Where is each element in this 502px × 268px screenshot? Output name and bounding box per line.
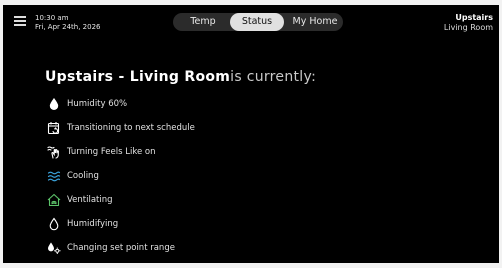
status-item-label: Transitioning to next schedule: [67, 123, 195, 133]
status-item-label: Humidifying: [67, 219, 119, 229]
floor-text: Upstairs: [455, 13, 493, 22]
setpoint-range-icon: [47, 241, 61, 255]
status-item-label: Ventilating: [67, 195, 113, 205]
hamburger-menu-icon[interactable]: [14, 16, 26, 26]
cooling-waves-icon: [47, 169, 61, 183]
tab-my-home[interactable]: My Home: [288, 13, 342, 31]
status-headline: Upstairs - Living Roomis currently:: [45, 69, 316, 85]
tab-status[interactable]: Status: [230, 13, 284, 31]
room-text: Living Room: [443, 23, 493, 32]
status-item-label: Turning Feels Like on: [67, 147, 156, 157]
thermostat-screen: 10:30 am Fri, Apr 24th, 2026 Temp Status…: [3, 5, 499, 263]
location-label[interactable]: Upstairs Living Room: [444, 13, 493, 33]
time-text: 10:30 am: [35, 14, 69, 22]
water-drop-icon: [47, 97, 61, 111]
status-item-label: Cooling: [67, 171, 99, 181]
top-bar: 10:30 am Fri, Apr 24th, 2026 Temp Status…: [3, 5, 499, 37]
tab-temp[interactable]: Temp: [181, 13, 225, 31]
date-text: Fri, Apr 24th, 2026: [35, 23, 101, 31]
headline-room: Upstairs - Living Room: [45, 69, 231, 85]
datetime: 10:30 am Fri, Apr 24th, 2026: [35, 14, 100, 32]
status-item-label: Humidity 60%: [67, 99, 128, 109]
view-tabs: Temp Status My Home: [173, 13, 343, 31]
humidifier-drop-icon: [47, 217, 61, 231]
status-item-label: Changing set point range: [67, 243, 175, 253]
calendar-schedule-icon: [47, 121, 61, 135]
hand-wave-icon: [47, 145, 61, 159]
headline-suffix: is currently:: [230, 69, 317, 85]
home-fan-icon: [47, 193, 61, 207]
